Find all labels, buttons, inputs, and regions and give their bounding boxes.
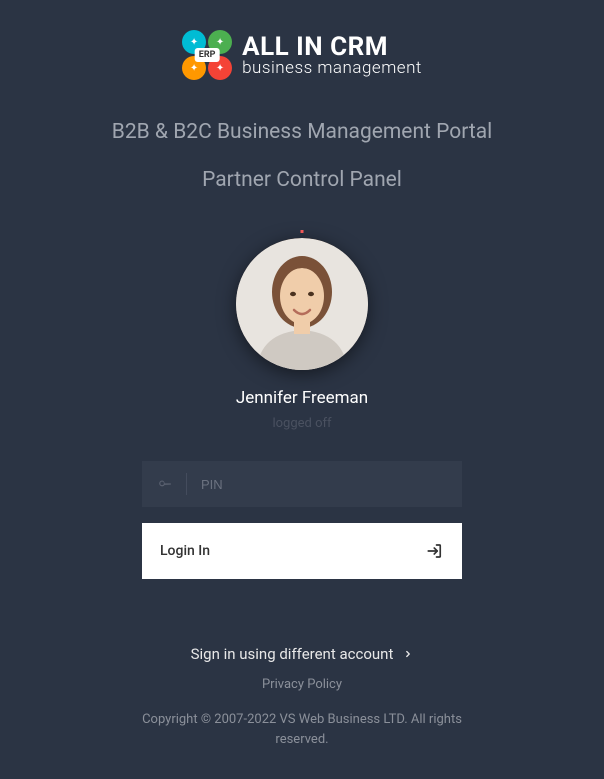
login-container: ✦ ✦ ✦ ✦ ERP ALL IN CRM business manageme… bbox=[0, 0, 604, 779]
logo: ✦ ✦ ✦ ✦ ERP ALL IN CRM business manageme… bbox=[182, 30, 422, 80]
logo-erp-badge: ERP bbox=[195, 48, 220, 62]
login-form: Login In bbox=[142, 461, 462, 579]
pin-input[interactable] bbox=[201, 477, 446, 492]
panel-heading: Partner Control Panel bbox=[202, 168, 402, 192]
login-button[interactable]: Login In bbox=[142, 523, 462, 579]
key-icon bbox=[158, 477, 172, 491]
pin-field-row bbox=[142, 461, 462, 507]
avatar-indicator-icon bbox=[301, 230, 304, 233]
logo-title: ALL IN CRM bbox=[242, 34, 422, 60]
logo-subtitle: business management bbox=[242, 60, 422, 77]
avatar bbox=[236, 238, 368, 370]
user-name: Jennifer Freeman bbox=[236, 388, 368, 408]
privacy-policy-link[interactable]: Privacy Policy bbox=[262, 677, 342, 692]
portal-heading: B2B & B2C Business Management Portal bbox=[112, 120, 493, 144]
chevron-right-icon bbox=[403, 649, 413, 659]
different-account-label: Sign in using different account bbox=[191, 645, 394, 663]
avatar-wrap bbox=[236, 238, 368, 370]
divider bbox=[186, 473, 187, 495]
login-button-label: Login In bbox=[160, 543, 210, 559]
user-status: logged off bbox=[272, 416, 331, 431]
different-account-link[interactable]: Sign in using different account bbox=[191, 645, 414, 663]
logo-badge: ✦ ✦ ✦ ✦ ERP bbox=[182, 30, 232, 80]
copyright: Copyright © 2007-2022 VS Web Business LT… bbox=[122, 710, 482, 749]
login-icon bbox=[426, 542, 444, 560]
logo-text: ALL IN CRM business management bbox=[242, 34, 422, 77]
